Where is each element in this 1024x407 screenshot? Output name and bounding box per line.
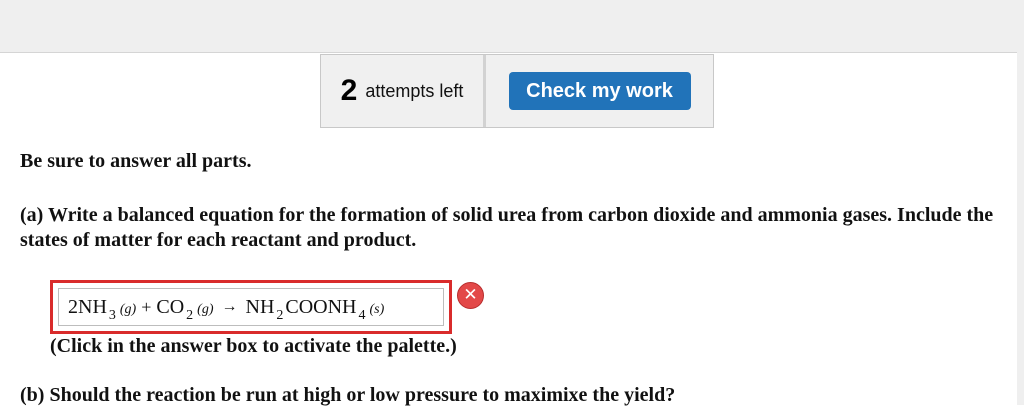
question-b-text: (b) Should the reaction be run at high o…	[20, 384, 676, 406]
product-subscript2: 4	[358, 307, 366, 323]
reactant1-state: (g)	[119, 301, 137, 317]
answer-box-highlight: 2NH 3 (g) + CO 2 (g) → NH 2 COONH 4 (s)	[50, 280, 452, 334]
product-part1: NH	[245, 295, 275, 318]
equation-answer-box[interactable]: 2NH 3 (g) + CO 2 (g) → NH 2 COONH 4 (s)	[58, 288, 444, 326]
instruction-text: Be sure to answer all parts.	[20, 150, 252, 172]
reactant1-formula: 2NH	[68, 295, 107, 318]
reactant2-state: (g)	[197, 301, 214, 317]
right-scroll-edge	[1017, 0, 1024, 405]
reactant2-formula: CO	[156, 295, 185, 318]
product-formula: NH 2 COONH 4 (s)	[245, 295, 385, 323]
reactant1-subscript: 3	[108, 307, 116, 323]
check-cell: Check my work	[486, 55, 713, 127]
palette-hint-text: (Click in the answer box to activate the…	[50, 335, 457, 357]
check-my-work-button[interactable]: Check my work	[508, 72, 691, 110]
header-band	[0, 0, 1024, 53]
product-state: (s)	[369, 301, 385, 317]
reactant-ammonia: 2NH 3 (g)	[68, 295, 137, 323]
reactant-carbon-dioxide: CO 2 (g)	[156, 295, 214, 323]
plus-sign: +	[141, 296, 152, 317]
question-a-text: (a) Write a balanced equation for the fo…	[20, 204, 994, 251]
attempts-count: 2	[340, 74, 358, 107]
incorrect-x-icon: ✕	[457, 282, 484, 309]
product-subscript1: 2	[276, 307, 284, 323]
reaction-arrow: →	[221, 298, 238, 315]
attempts-label: attempts left	[365, 80, 464, 101]
reactant2-subscript: 2	[186, 307, 194, 323]
attempts-counter: 2 attempts left	[321, 55, 486, 127]
product-part2: COONH	[285, 295, 357, 318]
attempts-panel: 2 attempts left Check my work	[320, 54, 714, 128]
